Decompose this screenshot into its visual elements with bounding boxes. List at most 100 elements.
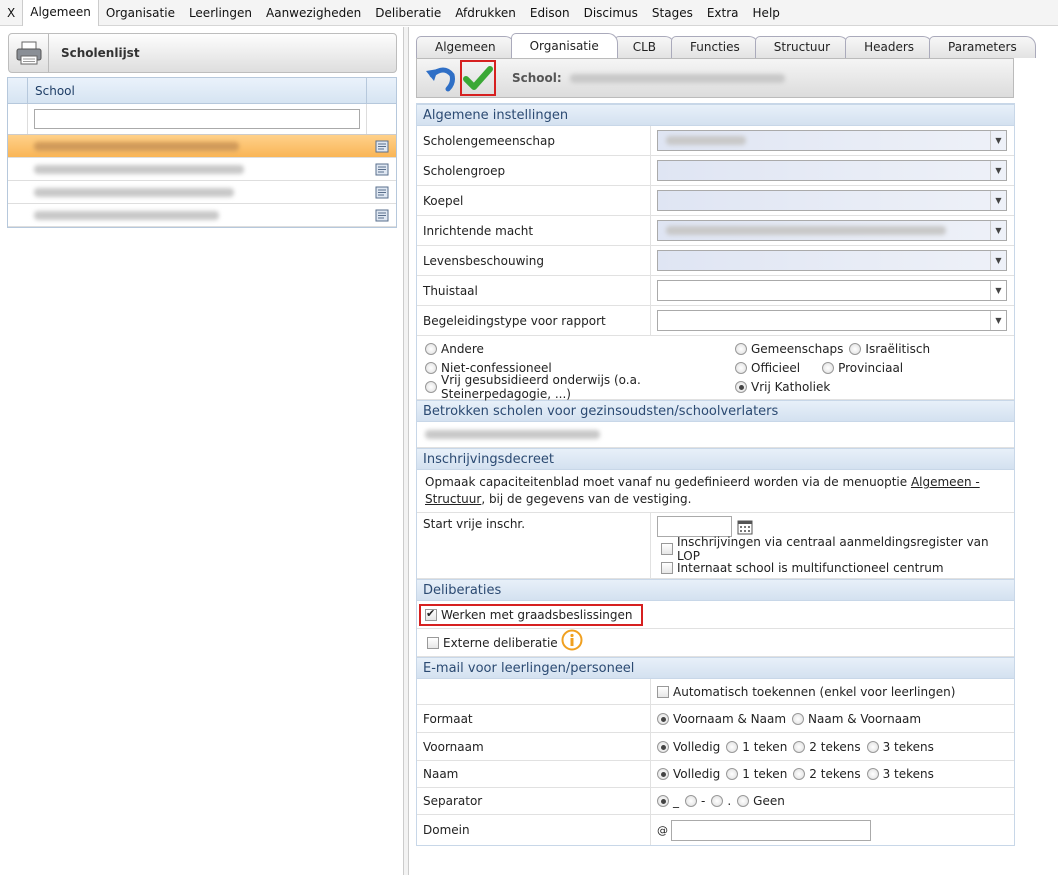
- field-row: Domein @: [417, 815, 1014, 845]
- redacted-school-name: [569, 73, 785, 83]
- field-row: Thuistaal ▼: [417, 276, 1014, 306]
- radio-dot: [685, 795, 697, 807]
- onderwijsnet-radio-group: Andere Gemeenschaps Israëlitisch Niet-con…: [417, 336, 1014, 401]
- radio-naam-voornaam[interactable]: Naam & Voornaam: [792, 712, 921, 726]
- menu-edison[interactable]: Edison: [523, 0, 577, 26]
- tab-structuur[interactable]: Structuur: [754, 36, 850, 58]
- scholengroep-select[interactable]: ▼: [657, 160, 1007, 181]
- scholengemeenschap-select[interactable]: ▼: [657, 130, 1007, 151]
- table-row[interactable]: [8, 158, 396, 181]
- tab-parameters[interactable]: Parameters: [929, 36, 1036, 58]
- menu-stages[interactable]: Stages: [645, 0, 700, 26]
- domein-input[interactable]: [671, 819, 871, 841]
- tab-organisatie[interactable]: Organisatie: [510, 33, 618, 58]
- radio-dot: [735, 380, 747, 393]
- table-row[interactable]: [8, 181, 396, 204]
- radio-sep-dot[interactable]: .: [711, 794, 731, 808]
- checkbox-graadsbeslissingen[interactable]: Werken met graadsbeslissingen: [419, 603, 643, 626]
- radio-voornaam-naam[interactable]: Voornaam & Naam: [657, 712, 786, 726]
- radio-label: -: [701, 794, 706, 808]
- menu-close[interactable]: X: [0, 0, 22, 26]
- menu-aanwezigheden[interactable]: Aanwezigheden: [259, 0, 368, 26]
- radio-voornaam-1[interactable]: 1 teken: [726, 740, 787, 754]
- levensbeschouwing-select[interactable]: ▼: [657, 250, 1007, 271]
- details-icon[interactable]: [375, 163, 389, 176]
- radio-naam-3[interactable]: 3 tekens: [866, 767, 934, 781]
- undo-button[interactable]: [422, 60, 458, 96]
- organisation-form: Algemene instellingen Scholengemeenschap…: [416, 103, 1015, 846]
- begeleidingstype-select[interactable]: ▼: [657, 310, 1007, 331]
- radio-naam-1[interactable]: 1 teken: [726, 767, 787, 781]
- field-row: Inrichtende macht ▼: [417, 216, 1014, 246]
- radio-israelitisch[interactable]: Israëlitisch: [849, 342, 930, 356]
- thuistaal-select[interactable]: ▼: [657, 280, 1007, 301]
- radio-naam-volledig[interactable]: Volledig: [657, 767, 720, 781]
- chevron-down-icon: ▼: [990, 191, 1006, 210]
- radio-voornaam-3[interactable]: 3 tekens: [866, 740, 934, 754]
- radio-andere[interactable]: Andere: [425, 340, 735, 357]
- radio-dot: [793, 768, 806, 780]
- menu-discimus[interactable]: Discimus: [577, 0, 645, 26]
- menu-algemeen[interactable]: Algemeen: [22, 0, 99, 26]
- chevron-down-icon: ▼: [990, 131, 1006, 150]
- radio-vrij-katholiek[interactable]: Vrij Katholiek: [735, 378, 935, 395]
- menu-extra[interactable]: Extra: [700, 0, 746, 26]
- menu-deliberatie[interactable]: Deliberatie: [368, 0, 448, 26]
- menu-leerlingen[interactable]: Leerlingen: [182, 0, 259, 26]
- checkbox-lop[interactable]: Inschrijvingen via centraal aanmeldingsr…: [661, 535, 1014, 563]
- field-row: Koepel ▼: [417, 186, 1014, 216]
- menu-afdrukken[interactable]: Afdrukken: [448, 0, 523, 26]
- table-row[interactable]: [8, 204, 396, 227]
- redacted-school-name: [34, 187, 234, 197]
- details-icon[interactable]: [375, 186, 389, 199]
- tab-functies[interactable]: Functies: [671, 36, 759, 58]
- info-icon[interactable]: [561, 629, 583, 651]
- koepel-select[interactable]: ▼: [657, 190, 1007, 211]
- radio-sep-geen[interactable]: Geen: [737, 794, 785, 808]
- radio-dot: [425, 361, 437, 374]
- column-header-school[interactable]: School: [28, 78, 367, 103]
- field-label: Scholengemeenschap: [417, 126, 651, 155]
- radio-provinciaal[interactable]: Provinciaal: [822, 361, 903, 375]
- tab-algemeen[interactable]: Algemeen: [416, 36, 515, 58]
- radio-dot: [657, 768, 669, 780]
- checkbox-box: [661, 561, 673, 574]
- field-label: Thuistaal: [417, 276, 651, 305]
- tab-clb[interactable]: CLB: [613, 36, 676, 58]
- school-grid: School: [7, 77, 397, 228]
- radio-sep-dash[interactable]: -: [685, 794, 705, 808]
- radio-gemeenschaps[interactable]: Gemeenschaps: [735, 342, 843, 356]
- radio-officieel[interactable]: Officieel: [735, 361, 800, 375]
- save-button[interactable]: [460, 60, 496, 96]
- menu-help[interactable]: Help: [746, 0, 787, 26]
- checkbox-internaat[interactable]: Internaat school is multifunctioneel cen…: [661, 559, 944, 576]
- menu-organisatie[interactable]: Organisatie: [99, 0, 182, 26]
- radio-vrij-gesubsidieerd[interactable]: Vrij gesubsidieerd onderwijs (o.a. Stein…: [425, 373, 735, 401]
- calendar-icon[interactable]: [737, 519, 753, 535]
- school-list-header: Scholenlijst: [8, 33, 397, 73]
- radio-label: Officieel: [751, 360, 801, 375]
- panel-splitter[interactable]: [404, 27, 409, 875]
- radio-sep-underscore[interactable]: _: [657, 794, 679, 808]
- field-row: Naam Volledig 1 teken 2 tekens 3 tekens: [417, 761, 1014, 788]
- radio-naam-2[interactable]: 2 tekens: [793, 767, 861, 781]
- school-filter-input[interactable]: [34, 109, 360, 129]
- checkmark-icon: [463, 66, 493, 90]
- redacted-options: [425, 430, 600, 439]
- checkbox-externe-deliberatie[interactable]: Externe deliberatie: [427, 634, 558, 651]
- details-icon[interactable]: [375, 209, 389, 222]
- tab-headers[interactable]: Headers: [845, 36, 934, 58]
- radio-label: 1 teken: [742, 739, 788, 754]
- radio-label: .: [727, 794, 732, 808]
- details-icon[interactable]: [375, 140, 389, 153]
- radio-label: Provinciaal: [838, 360, 904, 375]
- field-label: Begeleidingstype voor rapport: [417, 306, 651, 335]
- checkbox-automatisch[interactable]: Automatisch toekennen (enkel voor leerli…: [657, 683, 955, 700]
- field-row: Levensbeschouwing ▼: [417, 246, 1014, 276]
- print-button[interactable]: [9, 34, 49, 72]
- radio-voornaam-2[interactable]: 2 tekens: [793, 740, 861, 754]
- menu-bar: X Algemeen Organisatie Leerlingen Aanwez…: [0, 0, 1058, 26]
- table-row[interactable]: [8, 135, 396, 158]
- radio-voornaam-volledig[interactable]: Volledig: [657, 740, 720, 754]
- inrichtende-macht-select[interactable]: ▼: [657, 220, 1007, 241]
